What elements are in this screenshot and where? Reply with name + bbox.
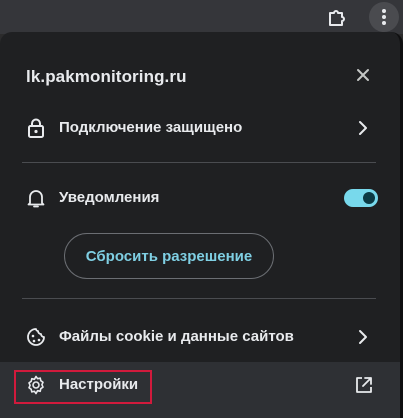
browser-toolbar	[0, 0, 403, 34]
settings-highlight-box	[14, 370, 152, 404]
divider	[22, 298, 376, 299]
toggle-knob	[363, 192, 375, 204]
bell-icon	[25, 187, 47, 209]
close-icon[interactable]	[350, 62, 376, 88]
chevron-right-icon	[353, 118, 373, 138]
cookies-row[interactable]: Файлы cookie и данные сайтов	[0, 315, 400, 359]
connection-row[interactable]: Подключение защищено	[0, 106, 400, 150]
chevron-right-icon	[353, 327, 373, 347]
site-domain: lk.pakmonitoring.ru	[26, 67, 187, 86]
open-in-new-icon[interactable]	[354, 375, 374, 395]
notifications-toggle[interactable]	[344, 189, 378, 207]
cookie-icon	[25, 326, 47, 348]
site-info-popup: lk.pakmonitoring.ru Подключение защищено	[0, 32, 403, 418]
connection-label: Подключение защищено	[59, 119, 243, 136]
lock-icon	[25, 117, 47, 139]
divider	[22, 162, 376, 163]
three-dots-vertical-icon[interactable]	[369, 2, 399, 32]
cookies-label: Файлы cookie и данные сайтов	[59, 328, 294, 345]
notifications-label: Уведомления	[59, 189, 160, 206]
puzzle-icon[interactable]	[324, 4, 350, 30]
reset-permission-button[interactable]: Сбросить разрешение	[64, 233, 274, 279]
notifications-row: Уведомления	[0, 176, 400, 220]
